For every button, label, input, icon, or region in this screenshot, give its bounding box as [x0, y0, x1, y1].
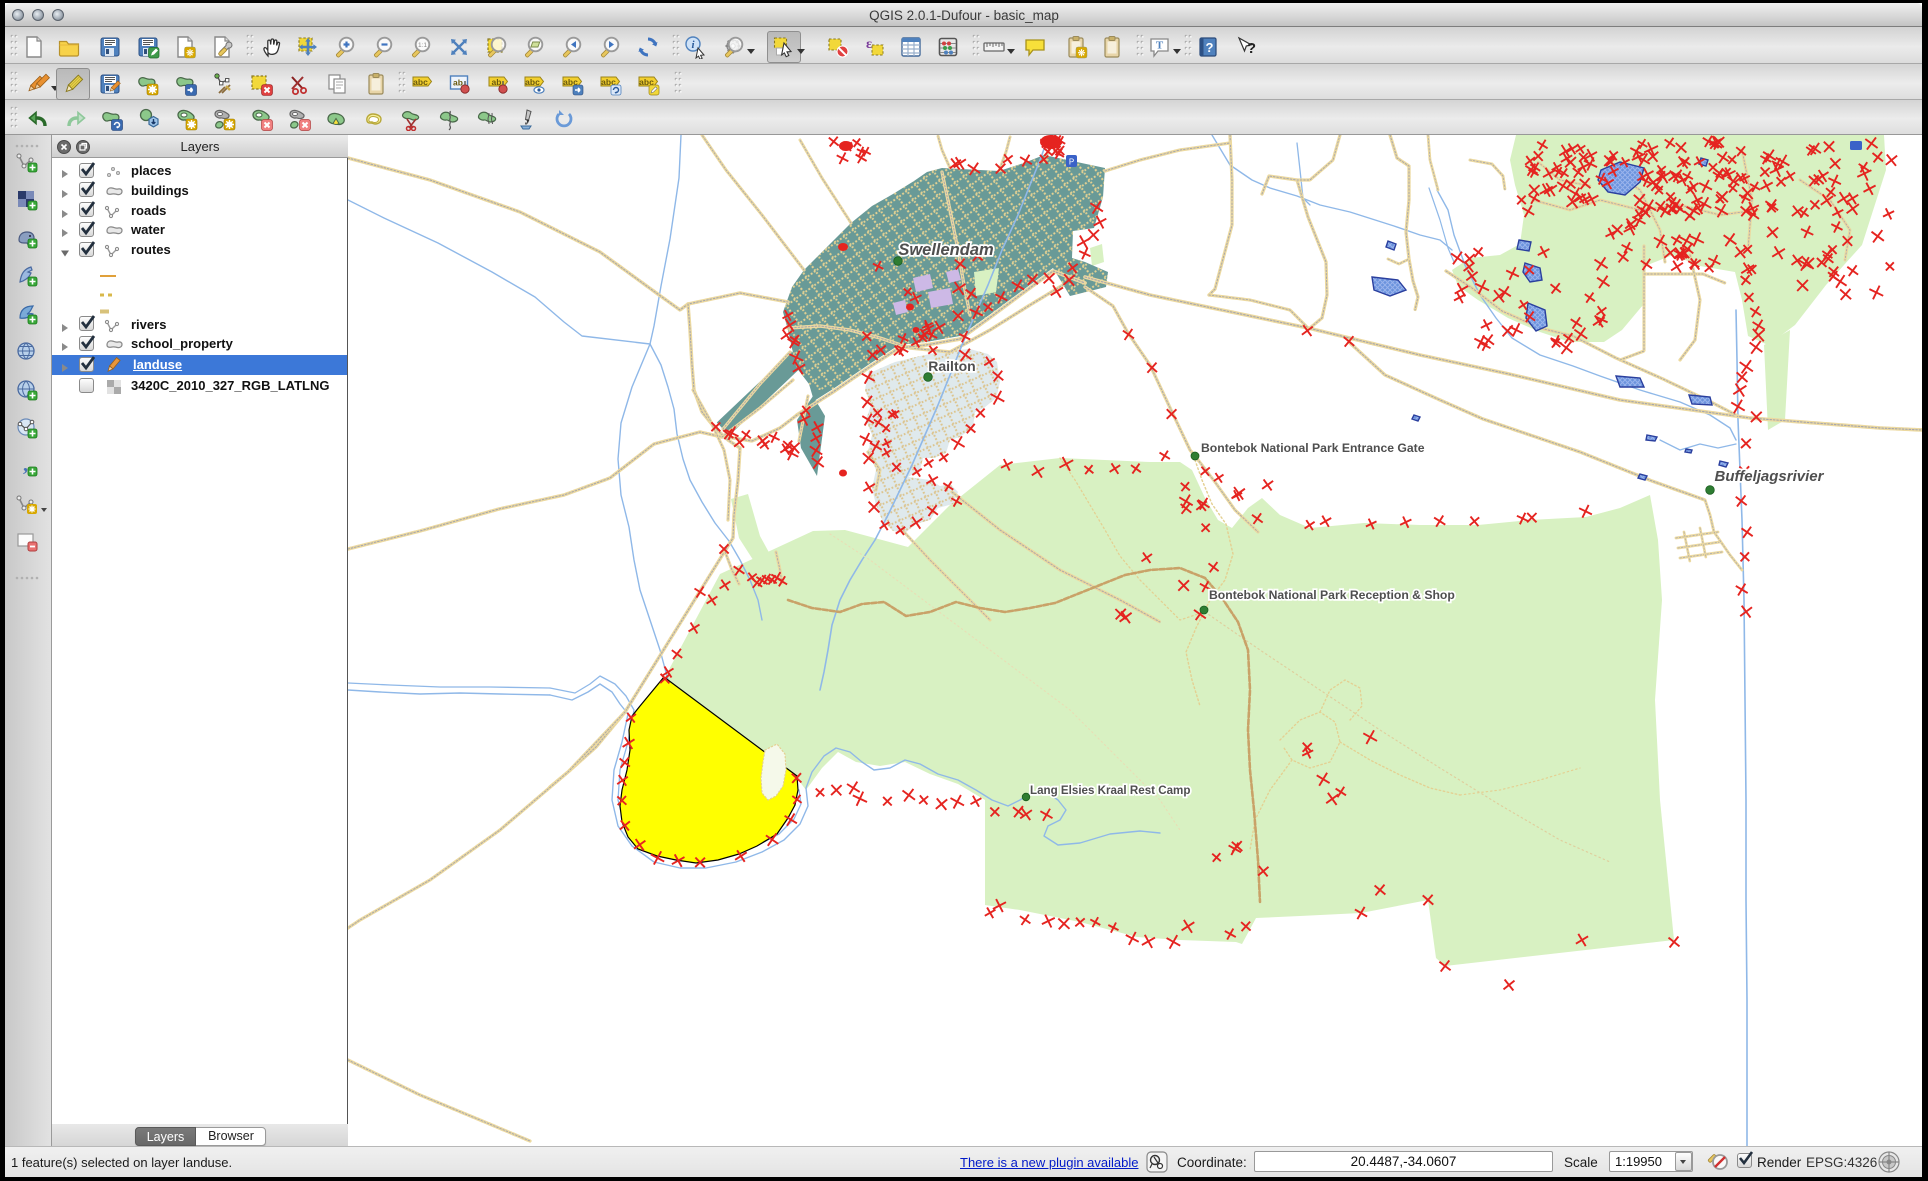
svg-text:?: ? — [1206, 40, 1214, 55]
svg-text:Bontebok National Park Recepti: Bontebok National Park Reception & Shop — [1209, 588, 1455, 602]
svg-text:T: T — [1156, 40, 1164, 52]
svg-text:Swellendam: Swellendam — [898, 241, 993, 259]
svg-text:ε: ε — [866, 37, 872, 52]
svg-text:❊: ❊ — [1078, 48, 1086, 58]
svg-text:1:1: 1:1 — [418, 42, 427, 49]
svg-text:Railton: Railton — [928, 358, 975, 374]
svg-text:❊: ❊ — [186, 48, 194, 58]
svg-text:ab: ab — [453, 78, 463, 88]
svg-text:abc: abc — [413, 77, 428, 87]
svg-text:ab: ab — [492, 77, 502, 87]
svg-text:Bontebok National Park Entranc: Bontebok National Park Entrance Gate — [1201, 441, 1425, 455]
svg-text:Buffeljagsrivier: Buffeljagsrivier — [1715, 468, 1825, 485]
svg-text:P: P — [1069, 158, 1074, 167]
svg-text:abc: abc — [525, 77, 540, 87]
svg-text:?: ? — [1247, 40, 1256, 57]
svg-text:,: , — [23, 454, 28, 476]
svg-text:Lang Elsies Kraal Rest Camp: Lang Elsies Kraal Rest Camp — [1030, 784, 1190, 797]
